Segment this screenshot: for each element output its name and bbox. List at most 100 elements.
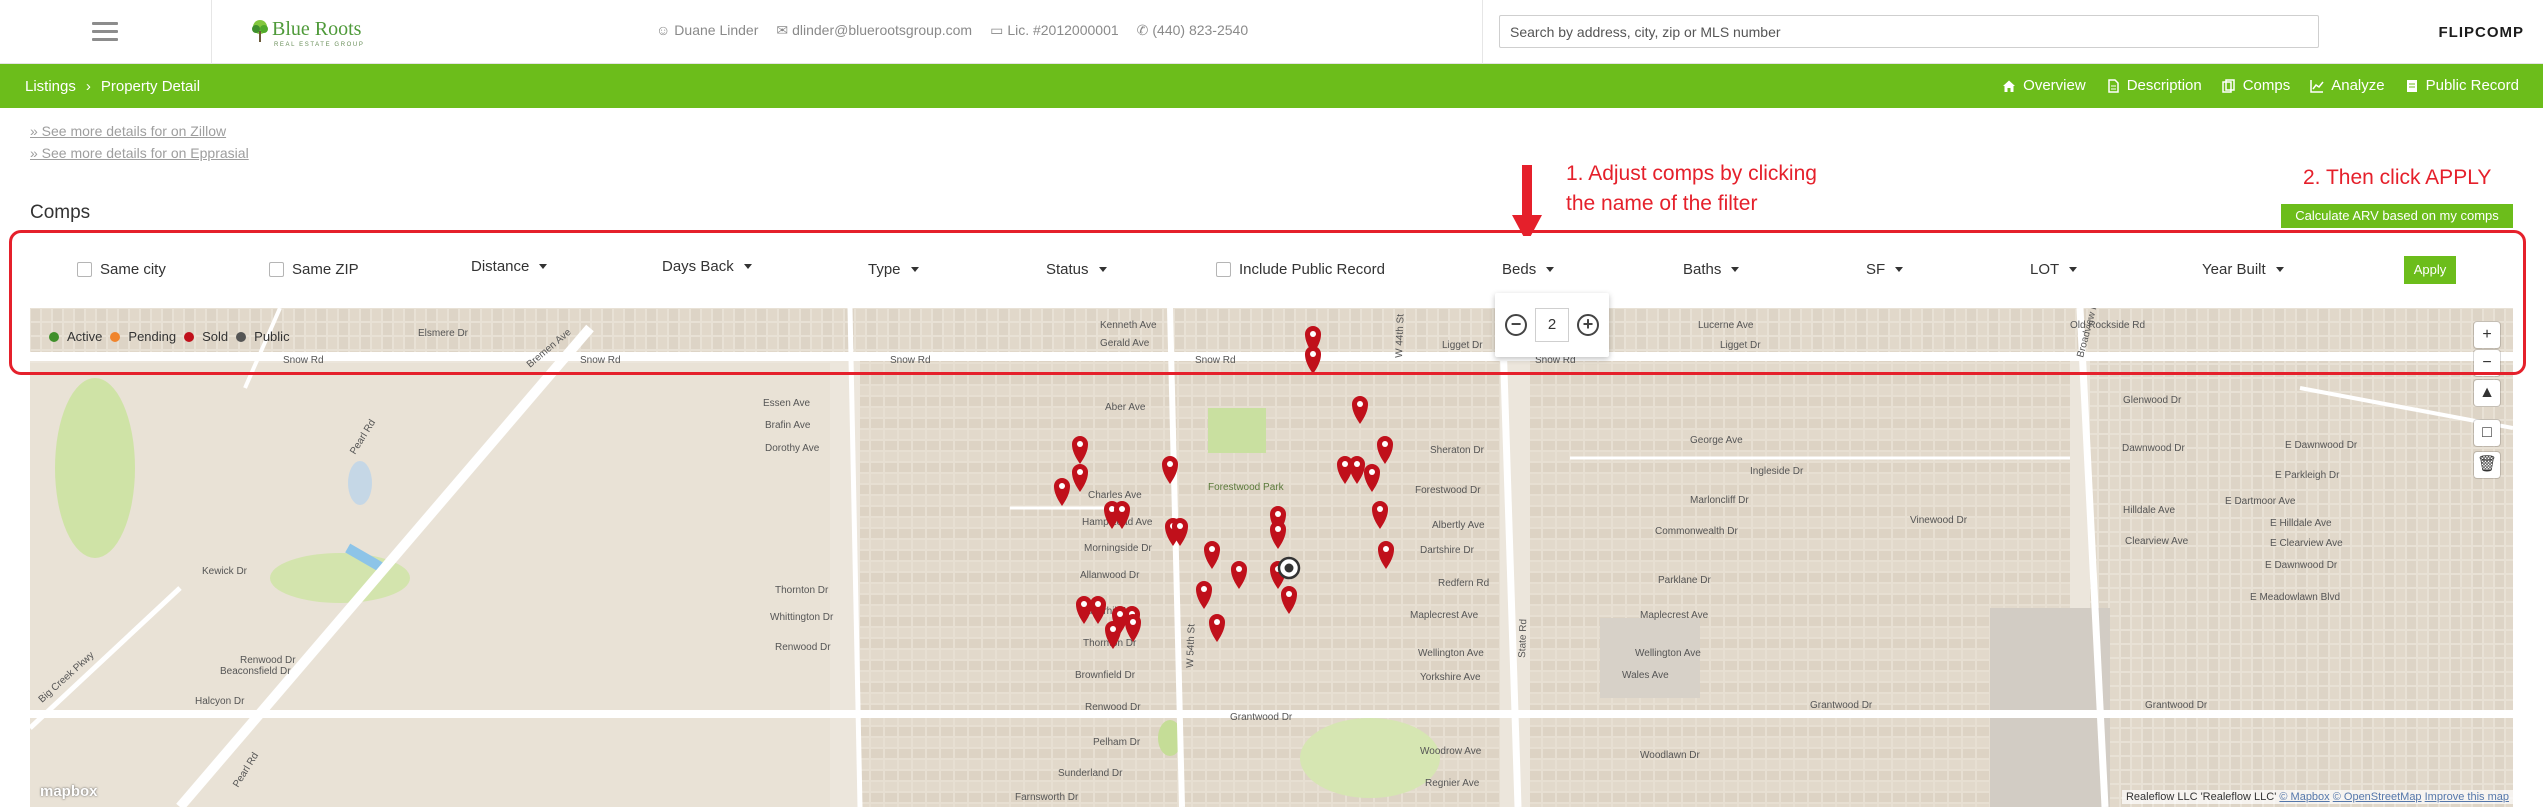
filter-days-back[interactable]: Days Back: [662, 258, 752, 275]
filter-lot[interactable]: LOT: [2030, 261, 2078, 278]
filter-type[interactable]: Type: [868, 261, 919, 278]
detail-tabs: Overview Description Comps Analyze Publi…: [2002, 77, 2519, 94]
breadcrumb-listings[interactable]: Listings: [25, 78, 76, 95]
trash-icon[interactable]: 🗑: [2474, 452, 2500, 478]
street-label: Yorkshire Ave: [1420, 672, 1481, 683]
epprasial-link[interactable]: » See more details for on Epprasial: [30, 142, 249, 164]
copy-icon: [2221, 78, 2235, 93]
filter-sf[interactable]: SF: [1866, 261, 1904, 278]
include-public-record-checkbox[interactable]: [1216, 262, 1231, 277]
same-zip-checkbox[interactable]: [269, 262, 284, 277]
filter-status[interactable]: Status: [1046, 261, 1107, 278]
down-arrow-icon: [1512, 165, 1542, 243]
search-input[interactable]: [1499, 15, 2319, 48]
document-icon: ▭: [990, 22, 1004, 38]
street-label: W 44th St: [1394, 314, 1407, 358]
street-label: Forestwood Park: [1208, 482, 1285, 493]
osm-attribution-link[interactable]: © OpenStreetMap: [2333, 791, 2422, 803]
street-label: Aber Ave: [1105, 402, 1146, 413]
street-label: Albertly Ave: [1432, 520, 1485, 531]
street-label: Clearview Ave: [2125, 536, 2189, 547]
same-city-checkbox[interactable]: [77, 262, 92, 277]
tab-description[interactable]: Description: [2106, 77, 2202, 94]
legend-public: Public: [254, 329, 290, 344]
filter-same-city[interactable]: Same city: [77, 261, 166, 278]
filter-distance[interactable]: Distance: [471, 258, 548, 275]
snow-road: [30, 352, 2513, 361]
logo-name: Blue Roots: [272, 18, 362, 40]
tab-comps[interactable]: Comps: [2221, 77, 2290, 94]
subject-target-icon[interactable]: [1277, 556, 1301, 580]
external-links: » See more details for on Zillow » See m…: [30, 120, 249, 164]
beds-filter-popover: − 2 +: [1495, 293, 1609, 357]
street-label: Thornton Dr: [775, 585, 829, 596]
apply-button[interactable]: Apply: [2404, 256, 2456, 284]
street-label: Grantwood Dr: [1230, 712, 1293, 723]
file-icon: [2406, 79, 2417, 92]
breadcrumb-property-detail: Property Detail: [100, 78, 201, 95]
tab-overview[interactable]: Overview: [2002, 77, 2086, 94]
hamburger-menu-icon[interactable]: [92, 22, 118, 42]
compass-button[interactable]: ▲: [2474, 380, 2500, 406]
street-label: Woodlawn Dr: [1640, 750, 1701, 761]
zoom-in-button[interactable]: +: [2474, 322, 2500, 348]
street-label: George Ave: [1690, 435, 1743, 446]
street-label: Ingleside Dr: [1750, 466, 1804, 477]
tab-public-record[interactable]: Public Record: [2405, 77, 2519, 94]
street-label: Marloncliff Dr: [1690, 495, 1749, 506]
street-label: E Clearview Ave: [2270, 538, 2343, 549]
residential-blocks: [1530, 358, 2070, 807]
filter-include-public-record[interactable]: Include Public Record: [1216, 261, 1385, 278]
agent-phone[interactable]: ✆ (440) 823-2540: [1137, 22, 1248, 39]
mapbox-attribution-link[interactable]: © Mapbox: [2279, 791, 2329, 803]
comps-map[interactable]: Snow Rd Snow Rd Snow Rd Snow Rd Snow Rd …: [30, 308, 2513, 807]
zillow-link[interactable]: » See more details for on Zillow: [30, 120, 249, 142]
street-label: Hilldale Ave: [2123, 505, 2176, 516]
map-legend: Active Pending Sold Public: [49, 329, 290, 344]
caret-down-icon: [2275, 267, 2284, 272]
filter-same-zip[interactable]: Same ZIP: [269, 261, 359, 278]
street-label: Snow Rd: [580, 355, 621, 366]
increment-icon[interactable]: +: [1577, 314, 1599, 336]
improve-map-link[interactable]: Improve this map: [2425, 791, 2509, 803]
zoom-out-button[interactable]: −: [2474, 350, 2500, 376]
street-label: Wales Ave: [1622, 670, 1669, 681]
mapbox-logo[interactable]: mapbox: [40, 783, 98, 800]
filter-year-built[interactable]: Year Built: [2202, 261, 2284, 278]
residential-blocks: [30, 308, 2513, 354]
logo-subtitle: REAL ESTATE GROUP: [274, 42, 365, 48]
map-canvas[interactable]: Snow Rd Snow Rd Snow Rd Snow Rd Snow Rd …: [30, 308, 2513, 807]
flipcomp-brand[interactable]: FLIPCOMP: [2439, 24, 2525, 41]
street-label: Renwood Dr: [1085, 702, 1141, 713]
beds-value-input[interactable]: 2: [1535, 308, 1569, 342]
park-area: [55, 378, 135, 558]
agent-email[interactable]: ✉ dlinder@bluerootsgroup.com: [776, 22, 972, 39]
street-label: Sunderland Dr: [1058, 768, 1123, 779]
street-label: Maplecrest Ave: [1410, 610, 1479, 621]
chart-icon: [2310, 79, 2324, 93]
green-nav-bar: Listings › Property Detail Overview Desc…: [0, 64, 2543, 108]
street-label: Renwood Dr: [240, 655, 296, 666]
street-label: Lucerne Ave: [1698, 320, 1754, 331]
street-label: Kenneth Ave: [1100, 320, 1157, 331]
street-label: E Dawnwood Dr: [2265, 560, 2338, 571]
filter-beds[interactable]: Beds: [1502, 261, 1555, 278]
envelope-icon: ✉: [776, 22, 789, 38]
active-dot-icon: [49, 331, 59, 342]
street-label: Old Rockside Rd: [2070, 320, 2145, 331]
street-label: Redfern Rd: [1438, 578, 1489, 589]
street-label: Brafin Ave: [765, 420, 811, 431]
street-label: Snow Rd: [283, 355, 324, 366]
tab-analyze[interactable]: Analyze: [2310, 77, 2385, 94]
street-label: Renwood Dr: [775, 642, 831, 653]
draw-polygon-button[interactable]: □: [2474, 420, 2500, 446]
legend-active: Active: [67, 329, 103, 344]
street-label: Essen Ave: [763, 398, 811, 409]
user-icon: ☺: [656, 22, 671, 38]
industrial-area: [1990, 608, 2110, 807]
filter-baths[interactable]: Baths: [1683, 261, 1740, 278]
street-label: Vinewood Dr: [1910, 515, 1968, 526]
calculate-arv-button[interactable]: Calculate ARV based on my comps: [2281, 204, 2513, 228]
street-label: Dartshire Dr: [1420, 545, 1475, 556]
decrement-icon[interactable]: −: [1505, 314, 1527, 336]
